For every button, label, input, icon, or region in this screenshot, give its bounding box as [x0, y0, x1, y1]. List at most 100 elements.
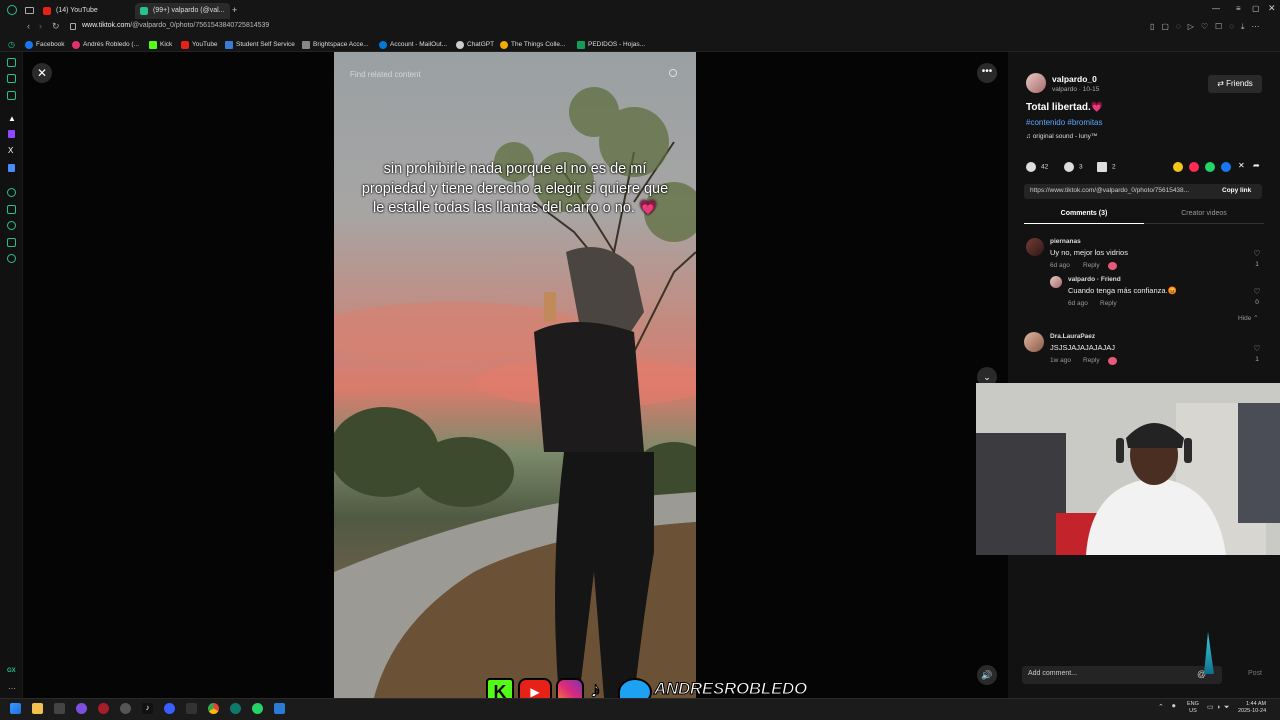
bookmark-chatgpt[interactable]: ChatGPT: [456, 39, 494, 50]
bookmark-instagram[interactable]: Andrés Robledo (...: [72, 39, 139, 50]
tray-status-icons[interactable]: ▭◗⏷: [1207, 703, 1232, 712]
comment-avatar[interactable]: [1024, 332, 1044, 352]
tab-creator-videos[interactable]: Creator videos: [1144, 210, 1264, 224]
bookmark-facebook[interactable]: Facebook: [25, 39, 65, 50]
new-tab-button[interactable]: +: [232, 5, 237, 15]
sidebar-shop-icon[interactable]: [7, 58, 16, 67]
workspaces-icon[interactable]: [25, 7, 34, 14]
settings-app-icon[interactable]: [54, 703, 65, 714]
bookmark-student-self-service[interactable]: Student Self Service: [225, 39, 295, 50]
minimize-button[interactable]: —: [1212, 4, 1220, 13]
hide-replies-button[interactable]: Hide ⌃: [1238, 314, 1259, 322]
comment-button[interactable]: 3: [1064, 162, 1083, 173]
messenger-app-icon[interactable]: [164, 703, 175, 714]
tab-tiktok[interactable]: (99+) valpardo (@val...: [135, 3, 230, 19]
whatsapp-app-icon[interactable]: [252, 703, 263, 714]
chrome-icon[interactable]: [208, 703, 219, 714]
toolbar-extension-icons[interactable]: ▯▢◌▷♡☐◌⤓⋯: [1150, 22, 1267, 32]
share-embed-icon[interactable]: [1173, 162, 1183, 172]
menu-icon[interactable]: ≡: [1236, 4, 1241, 13]
sidebar-wallet-icon[interactable]: [7, 205, 16, 214]
close-viewer-button[interactable]: ✕: [32, 63, 52, 83]
sidebar-music-icon[interactable]: [7, 188, 16, 197]
post-sound[interactable]: ♫ original sound - luny™: [1026, 133, 1097, 140]
bookmark-pedidos[interactable]: PEDIDOS - Hojas...: [577, 39, 645, 50]
tab-comments[interactable]: Comments (3): [1024, 210, 1144, 224]
volume-button[interactable]: 🔊: [977, 665, 997, 685]
language-indicator[interactable]: ENG US: [1187, 701, 1199, 715]
post-photo[interactable]: [334, 52, 696, 698]
reply-button[interactable]: Reply: [1100, 300, 1117, 307]
file-explorer-icon[interactable]: [32, 703, 43, 714]
share-facebook-icon[interactable]: [1221, 162, 1231, 172]
taskbar-clock[interactable]: 1:44 AM 2025-10-24: [1238, 701, 1266, 715]
url-field[interactable]: www.tiktok.com/@valpardo_0/photo/7561543…: [82, 22, 269, 29]
share-friends-icon[interactable]: [1189, 162, 1199, 172]
search-icon[interactable]: [669, 69, 677, 77]
post-comment-button[interactable]: Post: [1248, 670, 1262, 677]
bookmark-youtube[interactable]: YouTube: [181, 39, 218, 50]
comment-heart-icon[interactable]: ♡: [1252, 249, 1262, 258]
reload-icon[interactable]: ↻: [52, 21, 60, 32]
start-menu-icon[interactable]: [10, 703, 21, 714]
sidebar-history-icon[interactable]: ◷: [8, 40, 15, 49]
sidebar-whatsapp-icon[interactable]: [7, 91, 16, 100]
sidebar-x-icon[interactable]: X: [8, 146, 13, 155]
calculator-icon[interactable]: [186, 703, 197, 714]
save-button[interactable]: 2: [1097, 162, 1116, 173]
comment-input[interactable]: Add comment...: [1028, 670, 1077, 677]
bookmark-label: Kick: [160, 41, 173, 48]
reply-username[interactable]: valpardo · Friend: [1068, 276, 1121, 283]
bookmark-things-collection[interactable]: The Things Colle...: [500, 39, 565, 50]
back-icon[interactable]: ‹: [27, 21, 30, 31]
sidebar-up-icon[interactable]: ▲: [8, 114, 16, 123]
sidebar-twitch-icon[interactable]: [8, 130, 15, 138]
tiktok-app-icon[interactable]: ♪: [142, 703, 153, 714]
comment-username[interactable]: Dra.LauraPaez: [1050, 333, 1095, 340]
maximize-button[interactable]: ▢: [1252, 4, 1260, 13]
opera-gx-icon[interactable]: [98, 703, 109, 714]
copy-link-button[interactable]: Copy link: [1222, 187, 1251, 194]
share-whatsapp-icon[interactable]: [1205, 162, 1215, 172]
sidebar-settings-icon[interactable]: [7, 254, 16, 263]
bookmark-kick[interactable]: Kick: [149, 39, 172, 50]
obs-icon[interactable]: [120, 703, 131, 714]
reply-button[interactable]: Reply: [1083, 262, 1100, 269]
reply-button[interactable]: Reply: [1083, 357, 1100, 364]
related-search-input[interactable]: Find related content: [342, 66, 688, 83]
close-window-button[interactable]: ✕: [1268, 3, 1276, 14]
browser-logo-icon[interactable]: [7, 5, 17, 15]
comment-avatar[interactable]: [1026, 238, 1044, 256]
sidebar-app-icon[interactable]: [8, 164, 15, 172]
sidebar-messenger-icon[interactable]: [7, 74, 16, 83]
comment-heart-icon[interactable]: ♡: [1252, 287, 1262, 296]
reply-avatar[interactable]: [1050, 276, 1062, 288]
bookmark-brightspace[interactable]: Brightspace Acce...: [302, 39, 369, 50]
remote-desktop-icon[interactable]: [274, 703, 285, 714]
app-icon[interactable]: [230, 703, 241, 714]
author-name[interactable]: valpardo_0: [1052, 74, 1097, 84]
discord-icon[interactable]: [76, 703, 87, 714]
sidebar-clock-icon[interactable]: [7, 221, 16, 230]
bookmark-mailout[interactable]: Account - MailOut...: [379, 39, 447, 50]
more-options-button[interactable]: •••: [977, 63, 997, 83]
post-hashtags[interactable]: #contenido #bromitas: [1026, 118, 1103, 127]
comment-heart-icon[interactable]: ♡: [1252, 344, 1262, 353]
tray-mic-icon[interactable]: ⏺: [1172, 703, 1176, 711]
author-avatar[interactable]: [1026, 73, 1046, 93]
lock-icon[interactable]: [70, 23, 76, 30]
tray-expand-icon[interactable]: ⌃: [1158, 703, 1164, 711]
share-more-icon[interactable]: ➦: [1253, 161, 1260, 170]
share-x-icon[interactable]: ✕: [1238, 161, 1245, 170]
tab-youtube[interactable]: (14) YouTube: [38, 3, 134, 19]
post-link[interactable]: https://www.tiktok.com/@valpardo_0/photo…: [1030, 187, 1210, 194]
friends-button[interactable]: ⇄ Friends: [1208, 75, 1262, 93]
forward-icon[interactable]: ›: [39, 21, 42, 31]
comment-time: 1w ago: [1050, 357, 1071, 364]
comment-username[interactable]: piernanas: [1050, 238, 1081, 245]
sidebar-gx-icon[interactable]: GX: [7, 668, 16, 674]
like-button[interactable]: 42: [1026, 162, 1048, 173]
sidebar-box-icon[interactable]: [7, 238, 16, 247]
region-code: US: [1189, 708, 1197, 714]
sidebar-more-icon[interactable]: ⋯: [8, 684, 16, 693]
